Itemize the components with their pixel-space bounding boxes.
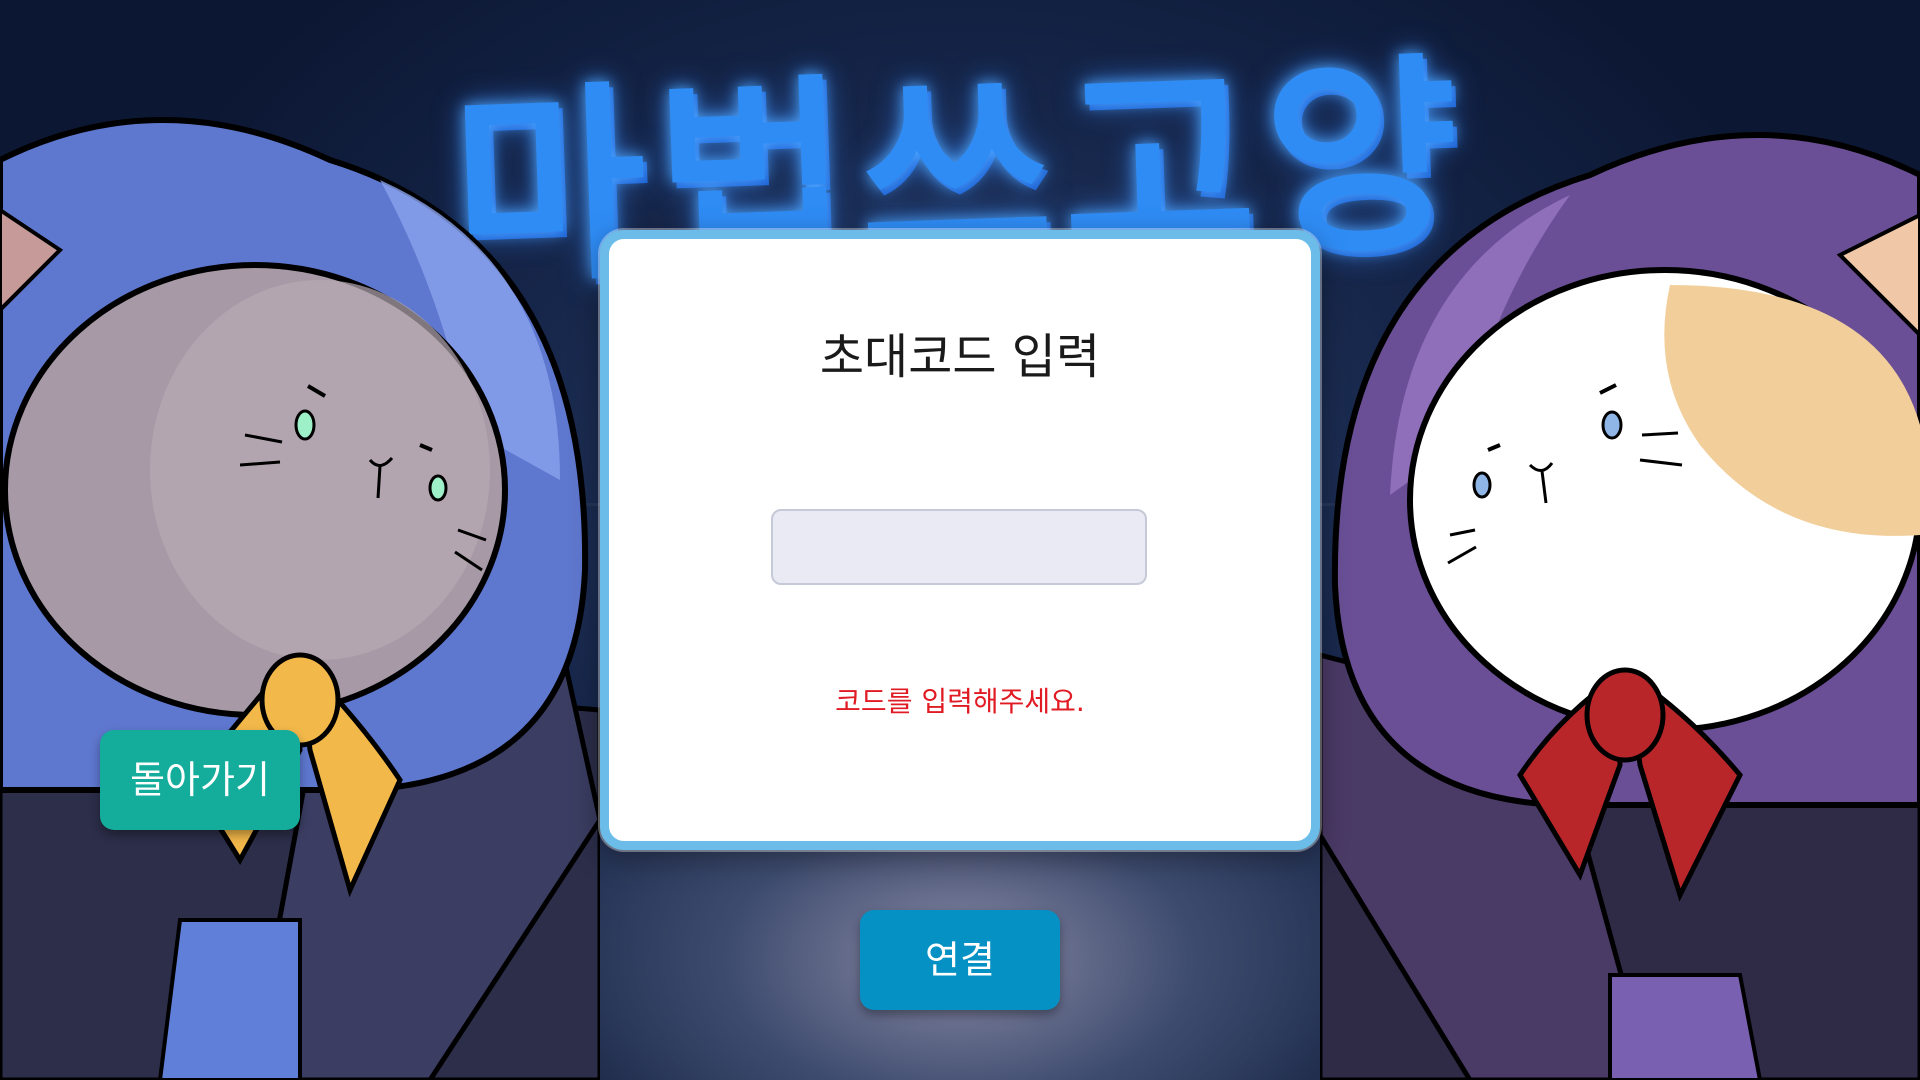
dialog-title: 초대코드 입력 [819, 329, 1101, 385]
game-screen: 마법쓰고양 초대코드 입력 코드를 입력해주세요. 돌아가기 연결 [0, 0, 1920, 1080]
left-cat-character [0, 117, 600, 1080]
error-message: 코드를 입력해주세요. [835, 685, 1085, 718]
invite-code-input[interactable] [771, 509, 1147, 585]
right-cat-character [1320, 132, 1920, 1080]
connect-button[interactable]: 연결 [860, 910, 1060, 1010]
back-button[interactable]: 돌아가기 [100, 730, 300, 830]
invite-code-dialog: 초대코드 입력 코드를 입력해주세요. [600, 230, 1320, 850]
